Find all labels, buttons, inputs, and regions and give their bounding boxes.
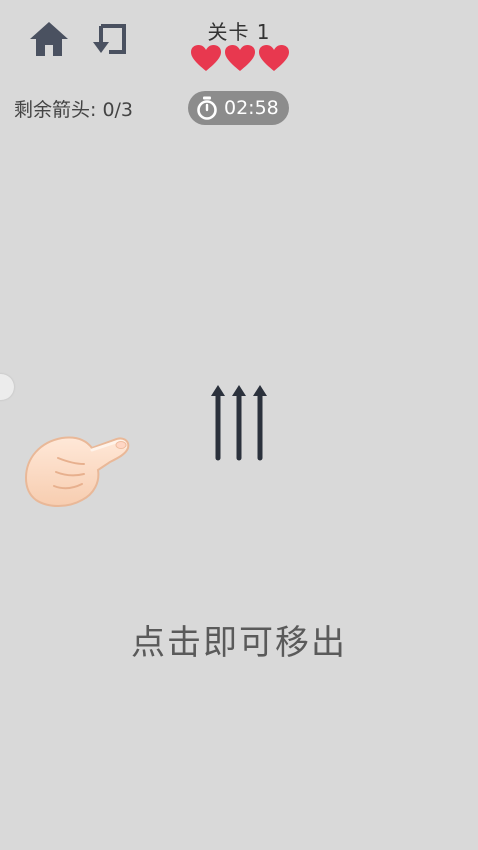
pointing-hand-icon bbox=[24, 436, 130, 507]
stopwatch-icon bbox=[197, 96, 217, 120]
heart-icon bbox=[225, 45, 255, 71]
tutorial-hint: 点击即可移出 bbox=[131, 623, 347, 663]
level-title: 关卡 1 bbox=[207, 20, 271, 44]
timer-value: 02:58 bbox=[224, 97, 279, 119]
undo-button[interactable] bbox=[86, 18, 132, 60]
side-floating-handle[interactable] bbox=[0, 374, 14, 400]
arrow-up[interactable] bbox=[232, 385, 246, 461]
heart-icon bbox=[191, 45, 221, 71]
timer-badge: 02:58 bbox=[188, 91, 289, 125]
arrow-group[interactable] bbox=[205, 380, 275, 470]
home-button[interactable] bbox=[26, 18, 72, 60]
home-icon bbox=[30, 22, 68, 56]
arrow-up[interactable] bbox=[253, 385, 267, 461]
heart-icon bbox=[259, 45, 289, 71]
lives-hearts bbox=[190, 44, 290, 74]
undo-return-icon bbox=[93, 24, 126, 54]
arrow-up[interactable] bbox=[211, 385, 225, 461]
arrows-remaining-label: 剩余箭头: 0/3 bbox=[14, 99, 134, 121]
